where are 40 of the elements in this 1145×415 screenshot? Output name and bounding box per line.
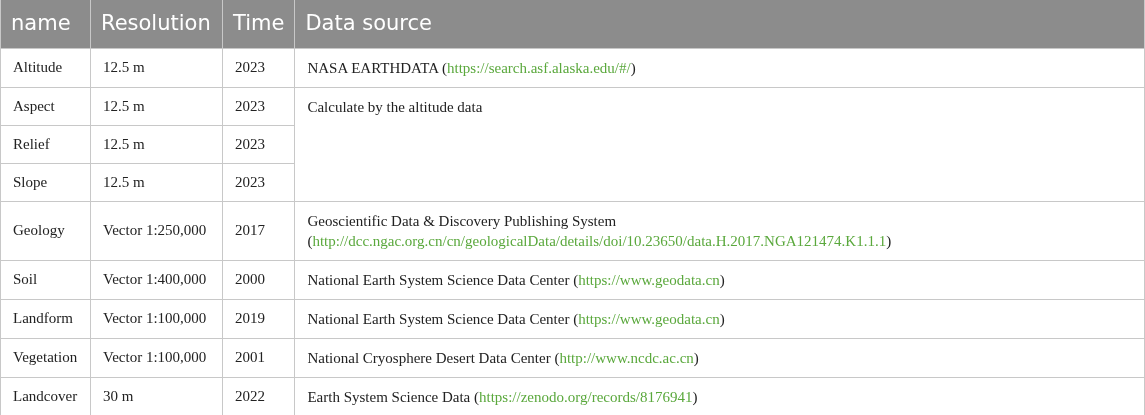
source-text: National Earth System Science Data Center (https://www.geodata.cn) [307,271,725,288]
table-cell: Vegetation [0,338,91,377]
source-link[interactable]: https://www.geodata.cn [578,310,720,327]
table-cell: 2019 [222,299,295,338]
source-text: National Earth System Science Data Center (https://www.geodata.cn) [307,310,725,327]
table-cell: 12.5 m [90,125,223,163]
source-link[interactable]: https://search.asf.alaska.edu/#/ [447,59,631,76]
source-link[interactable]: https://www.geodata.cn [578,271,720,288]
column-header: Resolution [90,0,223,48]
source-text: Earth System Science Data (https://zenodo.org/records/8176941) [307,388,698,405]
table-cell: Vector 1:250,000 [90,201,223,260]
table-cell: Vector 1:400,000 [90,260,223,299]
column-header: Data source [294,0,1145,48]
column-header: Time [222,0,295,48]
source-link[interactable]: http://dcc.ngac.org.cn/cn/geologicalData/details/doi/10.23650/data.H.2017.NGA121474.K1.1.1 [312,232,887,249]
table-cell: Relief [0,125,91,163]
table-cell: Vector 1:100,000 [90,338,223,377]
source-text: NASA EARTHDATA (https://search.asf.alaska.edu/#/) [307,59,636,76]
table-cell: Altitude [0,48,91,87]
table-cell: 2000 [222,260,295,299]
table-cell: 12.5 m [90,48,223,87]
table-cell: 2023 [222,87,295,125]
table-cell: 2017 [222,201,295,260]
source-text: Geoscientific Data & Discovery Publishing System (http://dcc.ngac.org.cn/cn/geologicalData/details/doi/10.23650/data.H.2017.NGA121474.K1.1.1) [307,212,892,249]
table-cell: Vector 1:100,000 [90,299,223,338]
table-cell: Aspect [0,87,91,125]
table-cell: 2023 [222,48,295,87]
source-link[interactable]: http://www.ncdc.ac.cn [559,349,694,366]
table-cell: 2001 [222,338,295,377]
table-cell: Slope [0,163,91,201]
table-cell: Soil [0,260,91,299]
table-cell: 12.5 m [90,163,223,201]
column-header: name [0,0,91,48]
source-text: Calculate by the altitude data [307,98,483,115]
table-cell: Geology [0,201,91,260]
table-cell: Landform [0,299,91,338]
table-cell: 12.5 m [90,87,223,125]
source-text: National Cryosphere Desert Data Center (http://www.ncdc.ac.cn) [307,349,699,366]
table-cell: Landcover [0,377,91,415]
source-link[interactable]: https://zenodo.org/records/8176941 [479,388,693,405]
